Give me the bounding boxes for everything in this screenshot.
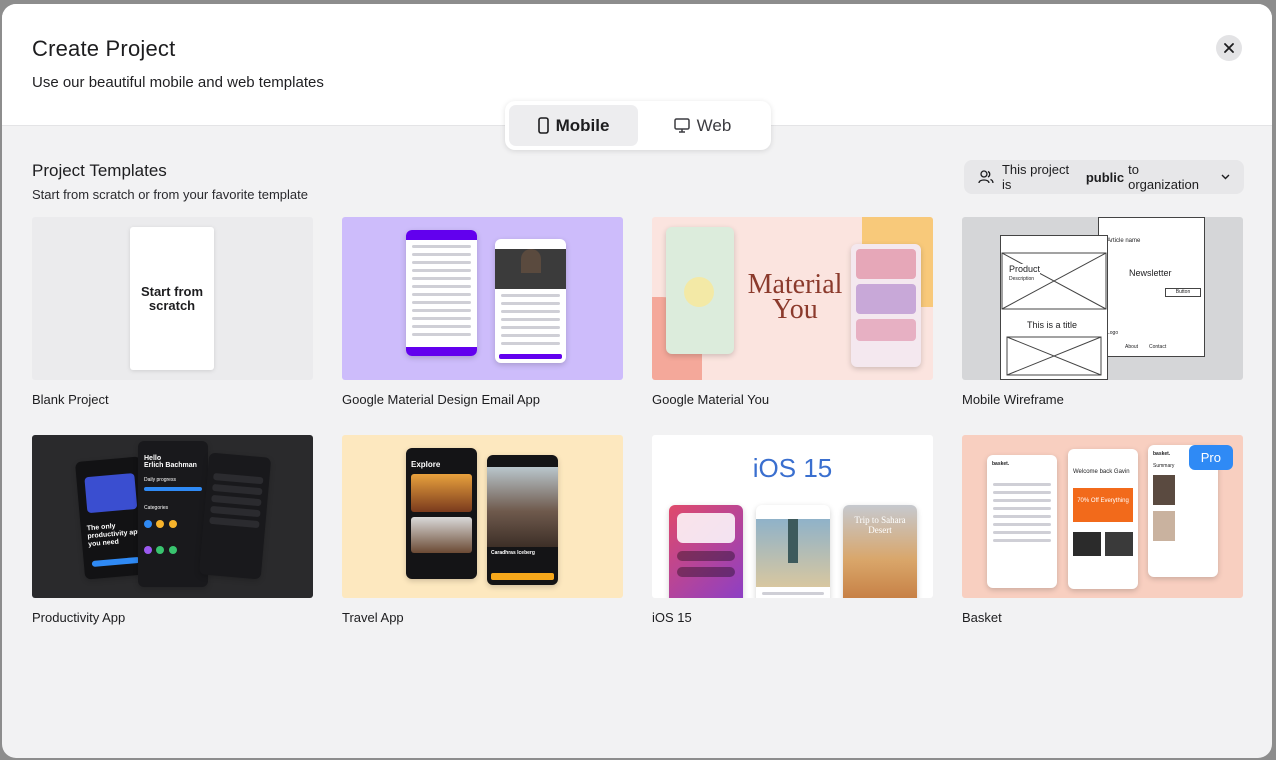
phone-mockup bbox=[198, 452, 272, 580]
template-label: Mobile Wireframe bbox=[962, 392, 1064, 407]
wireframe-text: This is a title bbox=[1027, 320, 1078, 330]
template-card-ios15[interactable]: iOS 15 Trip to Sahara Desert iOS 15 bbox=[652, 435, 933, 625]
material-you-text: Material You bbox=[747, 269, 843, 325]
visibility-prefix: This project is bbox=[1001, 162, 1070, 192]
template-label: Blank Project bbox=[32, 392, 109, 407]
thumb-text: 70% Off Everything bbox=[1073, 488, 1133, 522]
section-title: Project Templates bbox=[32, 161, 167, 180]
template-card-material-email[interactable]: Google Material Design Email App bbox=[342, 217, 623, 407]
phone-mockup: Welcome back Gavin 70% Off Everything bbox=[1068, 449, 1138, 589]
phone-mockup: Trip to Sahara Desert bbox=[843, 505, 917, 598]
template-thumbnail: Material You bbox=[652, 217, 933, 380]
template-card-wireframe[interactable]: Article name Newsletter Button Logo Abou… bbox=[962, 217, 1243, 407]
phone-icon bbox=[537, 117, 549, 134]
wireframe-text: Product bbox=[1009, 264, 1041, 274]
wireframe-text: Button bbox=[1165, 288, 1201, 297]
tab-mobile[interactable]: Mobile bbox=[509, 105, 638, 146]
template-thumbnail: basket. Welcome back Gavin 70% Off Every… bbox=[962, 435, 1243, 598]
thumb-text: Categories bbox=[144, 505, 169, 511]
template-card-material-you[interactable]: Material You Google Material You bbox=[652, 217, 933, 407]
tab-web[interactable]: Web bbox=[638, 105, 767, 146]
close-button[interactable] bbox=[1216, 35, 1242, 61]
thumb-text: Trip to Sahara Desert bbox=[854, 515, 906, 535]
template-thumbnail: iOS 15 Trip to Sahara Desert bbox=[652, 435, 933, 598]
wireframe-page: Article name Newsletter Button Logo Abou… bbox=[1098, 217, 1205, 357]
section-subtitle: Start from scratch or from your favorite… bbox=[32, 187, 308, 202]
template-card-basket[interactable]: basket. Welcome back Gavin 70% Off Every… bbox=[962, 435, 1243, 625]
thumb-text: Explore bbox=[411, 460, 441, 469]
thumb-text: Daily progress bbox=[144, 477, 176, 483]
phone-mockup bbox=[495, 239, 566, 363]
phone-mockup bbox=[666, 227, 734, 354]
ios15-text: iOS 15 bbox=[752, 453, 833, 483]
pro-badge: Pro bbox=[1188, 445, 1233, 470]
thumb-text: Welcome back Gavin bbox=[1073, 469, 1130, 475]
wireframe-text: About bbox=[1125, 344, 1139, 350]
modal-title: Create Project bbox=[32, 36, 176, 61]
template-label: Google Material You bbox=[652, 392, 770, 407]
monitor-icon bbox=[673, 118, 690, 133]
wireframe-text: Logo bbox=[1107, 330, 1119, 336]
template-thumbnail: Start from scratch bbox=[32, 217, 313, 380]
close-icon bbox=[1224, 43, 1234, 53]
visibility-dropdown[interactable]: This project is public to organization bbox=[964, 160, 1244, 194]
wireframe-text: Description bbox=[1009, 276, 1035, 282]
template-card-productivity[interactable]: The only productivity app you need Hello… bbox=[32, 435, 313, 625]
visibility-emphasis: public bbox=[1085, 169, 1125, 185]
start-from-scratch-text: Start from scratch bbox=[130, 227, 214, 370]
phone-mockup bbox=[406, 230, 477, 356]
phone-mockup bbox=[756, 505, 830, 598]
thumb-text: The only productivity app you need bbox=[86, 522, 143, 549]
template-card-blank[interactable]: Start from scratch Blank Project bbox=[32, 217, 313, 407]
template-label: Productivity App bbox=[32, 610, 126, 625]
template-label: Basket bbox=[962, 610, 1002, 625]
users-icon bbox=[978, 170, 994, 184]
template-card-travel[interactable]: Explore Caradhras Iceberg Travel App bbox=[342, 435, 623, 625]
wireframe-text: Article name bbox=[1107, 238, 1141, 244]
visibility-suffix: to organization bbox=[1128, 162, 1199, 192]
thumb-text: basket. bbox=[992, 461, 1010, 467]
phone-mockup: Explore bbox=[406, 448, 477, 579]
chevron-down-icon bbox=[1221, 174, 1230, 180]
phone-mockup: basket. bbox=[987, 455, 1057, 588]
thumb-text: Erlich Bachman bbox=[144, 462, 197, 469]
template-thumbnail: The only productivity app you need Hello… bbox=[32, 435, 313, 598]
create-project-modal: Create Project Use our beautiful mobile … bbox=[2, 4, 1272, 758]
modal-subtitle: Use our beautiful mobile and web templat… bbox=[32, 74, 324, 91]
template-label: iOS 15 bbox=[652, 610, 692, 625]
platform-toggle: Mobile Web bbox=[505, 101, 771, 150]
template-label: Google Material Design Email App bbox=[342, 392, 540, 407]
template-thumbnail: Article name Newsletter Button Logo Abou… bbox=[962, 217, 1243, 380]
template-thumbnail bbox=[342, 217, 623, 380]
tab-mobile-label: Mobile bbox=[555, 115, 610, 135]
wireframe-text: Newsletter bbox=[1129, 268, 1172, 278]
phone-mockup bbox=[851, 244, 921, 367]
wireframe-page: Product Description This is a title bbox=[1000, 235, 1108, 380]
template-thumbnail: Explore Caradhras Iceberg bbox=[342, 435, 623, 598]
thumb-text: Hello bbox=[144, 455, 162, 462]
phone-mockup: Hello Erlich Bachman Daily progress Cate… bbox=[138, 441, 208, 587]
template-label: Travel App bbox=[342, 610, 404, 625]
thumb-text: Caradhras Iceberg bbox=[491, 550, 535, 556]
tab-web-label: Web bbox=[696, 115, 732, 135]
phone-mockup: Caradhras Iceberg bbox=[487, 455, 558, 585]
wireframe-text: Contact bbox=[1149, 344, 1167, 350]
phone-mockup bbox=[669, 505, 743, 598]
